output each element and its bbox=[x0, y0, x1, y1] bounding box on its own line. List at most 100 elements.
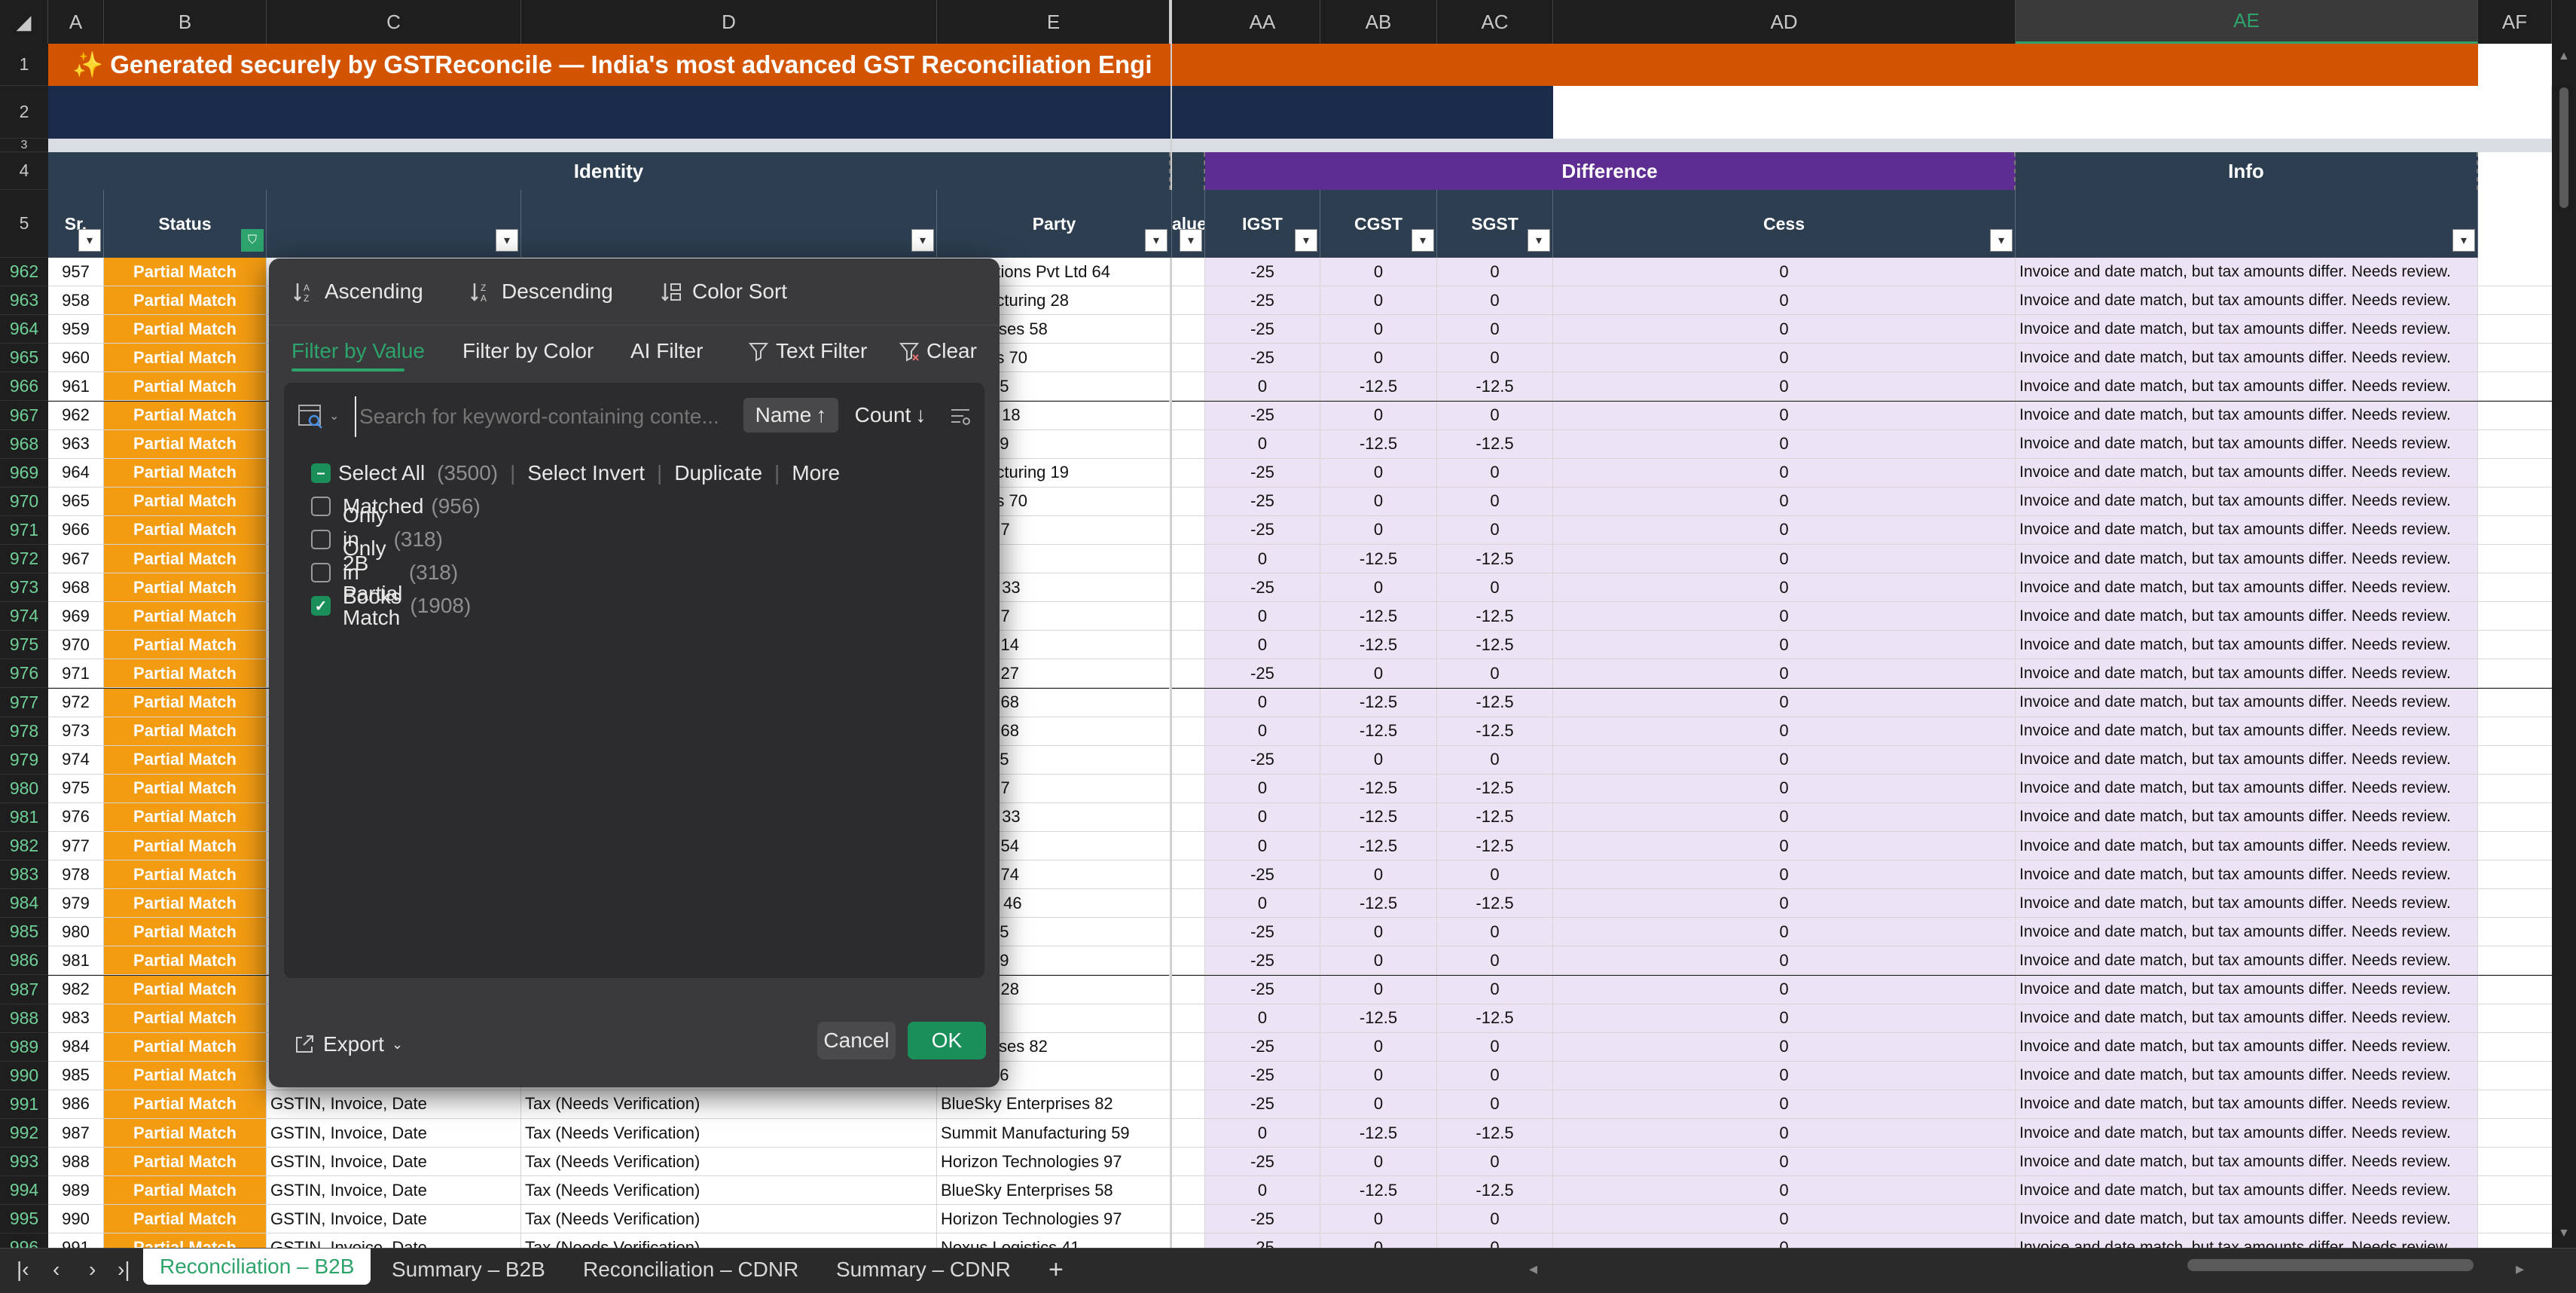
cell-igst[interactable]: 0 bbox=[1205, 429, 1320, 459]
row-header-3[interactable]: 3 bbox=[0, 139, 48, 152]
last-sheet-icon[interactable]: ›| bbox=[118, 1253, 130, 1286]
row-header-984[interactable]: 984 bbox=[0, 889, 48, 919]
cell-value[interactable] bbox=[1172, 1004, 1205, 1033]
filter-dropdown-icon[interactable]: ▾ bbox=[1180, 229, 1202, 252]
column-header-ac[interactable]: AC bbox=[1437, 0, 1553, 44]
status-badge[interactable]: Partial Match bbox=[104, 1032, 267, 1062]
cell-sr[interactable]: 963 bbox=[48, 429, 104, 459]
value-checkbox[interactable] bbox=[311, 563, 331, 582]
cell-cess[interactable]: 0 bbox=[1553, 860, 2016, 890]
cell-value[interactable] bbox=[1172, 774, 1205, 803]
cell-disc[interactable]: Tax (Needs Verification) bbox=[521, 1119, 937, 1148]
cell-cgst[interactable]: -12.5 bbox=[1320, 1176, 1437, 1206]
row-header-5[interactable]: 5 bbox=[0, 190, 48, 258]
cell-desc[interactable]: Invoice and date match, but tax amounts … bbox=[2016, 860, 2478, 890]
column-header-e[interactable]: E bbox=[937, 0, 1170, 44]
cell-af[interactable] bbox=[2478, 602, 2552, 631]
cell-igst[interactable]: 0 bbox=[1205, 688, 1320, 717]
cell-desc[interactable]: Invoice and date match, but tax amounts … bbox=[2016, 745, 2478, 775]
sort-descending-button[interactable]: ZA Descending bbox=[469, 271, 613, 313]
cell-value[interactable] bbox=[1172, 315, 1205, 344]
cell-sr[interactable]: 964 bbox=[48, 458, 104, 488]
filter-dropdown-icon[interactable]: ▾ bbox=[1412, 229, 1434, 252]
tab-filter-by-color[interactable]: Filter by Color bbox=[462, 332, 594, 370]
cell-cess[interactable]: 0 bbox=[1553, 717, 2016, 746]
cell-igst[interactable]: -25 bbox=[1205, 487, 1320, 516]
cell-cess[interactable]: 0 bbox=[1553, 458, 2016, 488]
cell-value[interactable] bbox=[1172, 344, 1205, 373]
cell-cgst[interactable]: -12.5 bbox=[1320, 717, 1437, 746]
cell-desc[interactable]: Invoice and date match, but tax amounts … bbox=[2016, 545, 2478, 574]
cell-cess[interactable]: 0 bbox=[1553, 515, 2016, 545]
row-header-993[interactable]: 993 bbox=[0, 1148, 48, 1177]
cell-igst[interactable]: 0 bbox=[1205, 372, 1320, 402]
hscroll-left-icon[interactable]: ◂ bbox=[1529, 1259, 1537, 1279]
cell-igst[interactable]: -25 bbox=[1205, 515, 1320, 545]
status-badge[interactable]: Partial Match bbox=[104, 344, 267, 373]
cell-basis[interactable]: GSTIN, Invoice, Date bbox=[267, 1205, 521, 1234]
cell-desc[interactable]: Invoice and date match, but tax amounts … bbox=[2016, 688, 2478, 717]
cell-cgst[interactable]: -12.5 bbox=[1320, 372, 1437, 402]
cell-igst[interactable]: -25 bbox=[1205, 1061, 1320, 1090]
cell-desc[interactable]: Invoice and date match, but tax amounts … bbox=[2016, 918, 2478, 947]
cell-cgst[interactable]: 0 bbox=[1320, 315, 1437, 344]
cell-cess[interactable]: 0 bbox=[1553, 573, 2016, 603]
cell-cgst[interactable]: 0 bbox=[1320, 458, 1437, 488]
cell-igst[interactable]: -25 bbox=[1205, 860, 1320, 890]
cell-desc[interactable]: Invoice and date match, but tax amounts … bbox=[2016, 1205, 2478, 1234]
cell-value[interactable] bbox=[1172, 258, 1205, 287]
row-header-988[interactable]: 988 bbox=[0, 1004, 48, 1033]
cell-desc[interactable]: Invoice and date match, but tax amounts … bbox=[2016, 315, 2478, 344]
cell-cgst[interactable]: -12.5 bbox=[1320, 1119, 1437, 1148]
cell-igst[interactable]: 0 bbox=[1205, 602, 1320, 631]
cell-sr[interactable]: 970 bbox=[48, 631, 104, 660]
row-header-967[interactable]: 967 bbox=[0, 401, 48, 430]
status-badge[interactable]: Partial Match bbox=[104, 1205, 267, 1234]
cell-cgst[interactable]: 0 bbox=[1320, 1205, 1437, 1234]
cell-cgst[interactable]: 0 bbox=[1320, 344, 1437, 373]
select-all-corner[interactable]: ◢ bbox=[0, 0, 48, 44]
select-invert-link[interactable]: Select Invert bbox=[527, 461, 645, 485]
row-header-982[interactable]: 982 bbox=[0, 832, 48, 861]
cell-sgst[interactable]: -12.5 bbox=[1437, 774, 1553, 803]
cell-cess[interactable]: 0 bbox=[1553, 946, 2016, 976]
prev-sheet-icon[interactable]: ‹ bbox=[53, 1253, 60, 1286]
row-header-992[interactable]: 992 bbox=[0, 1119, 48, 1148]
cell-party[interactable]: Horizon Technologies 97 bbox=[937, 1148, 1170, 1177]
cell-desc[interactable]: Invoice and date match, but tax amounts … bbox=[2016, 1176, 2478, 1206]
cell-desc[interactable]: Invoice and date match, but tax amounts … bbox=[2016, 1119, 2478, 1148]
status-badge[interactable]: Partial Match bbox=[104, 860, 267, 890]
cell-sr[interactable]: 984 bbox=[48, 1032, 104, 1062]
row-header-976[interactable]: 976 bbox=[0, 659, 48, 689]
status-badge[interactable]: Partial Match bbox=[104, 631, 267, 660]
cell-desc[interactable]: Invoice and date match, but tax amounts … bbox=[2016, 258, 2478, 287]
cell-igst[interactable]: 0 bbox=[1205, 631, 1320, 660]
cell-af[interactable] bbox=[2478, 1205, 2552, 1234]
cell-af[interactable] bbox=[2478, 458, 2552, 488]
cell-cess[interactable]: 0 bbox=[1553, 918, 2016, 947]
cell-cgst[interactable]: -12.5 bbox=[1320, 688, 1437, 717]
cell-cgst[interactable]: 0 bbox=[1320, 1032, 1437, 1062]
column-header-ad[interactable]: AD bbox=[1553, 0, 2016, 44]
value-checkbox[interactable]: ✓ bbox=[311, 596, 331, 616]
cell-af[interactable] bbox=[2478, 487, 2552, 516]
status-badge[interactable]: Partial Match bbox=[104, 487, 267, 516]
cell-value[interactable] bbox=[1172, 659, 1205, 689]
status-badge[interactable]: Partial Match bbox=[104, 515, 267, 545]
cell-desc[interactable]: Invoice and date match, but tax amounts … bbox=[2016, 975, 2478, 1004]
cell-cgst[interactable]: 0 bbox=[1320, 487, 1437, 516]
cell-af[interactable] bbox=[2478, 918, 2552, 947]
sheet-tab[interactable]: Reconciliation – CDNR bbox=[583, 1253, 798, 1286]
cell-sr[interactable]: 987 bbox=[48, 1119, 104, 1148]
cell-cess[interactable]: 0 bbox=[1553, 659, 2016, 689]
cell-value[interactable] bbox=[1172, 1061, 1205, 1090]
status-badge[interactable]: Partial Match bbox=[104, 774, 267, 803]
filter-dropdown-icon[interactable]: ▾ bbox=[1145, 229, 1167, 252]
cell-desc[interactable]: Invoice and date match, but tax amounts … bbox=[2016, 1061, 2478, 1090]
row-header-975[interactable]: 975 bbox=[0, 631, 48, 660]
cell-cgst[interactable]: 0 bbox=[1320, 745, 1437, 775]
cell-basis[interactable]: GSTIN, Invoice, Date bbox=[267, 1148, 521, 1177]
row-header-2[interactable]: 2 bbox=[0, 86, 48, 139]
cell-value[interactable] bbox=[1172, 1119, 1205, 1148]
row-header-964[interactable]: 964 bbox=[0, 315, 48, 344]
